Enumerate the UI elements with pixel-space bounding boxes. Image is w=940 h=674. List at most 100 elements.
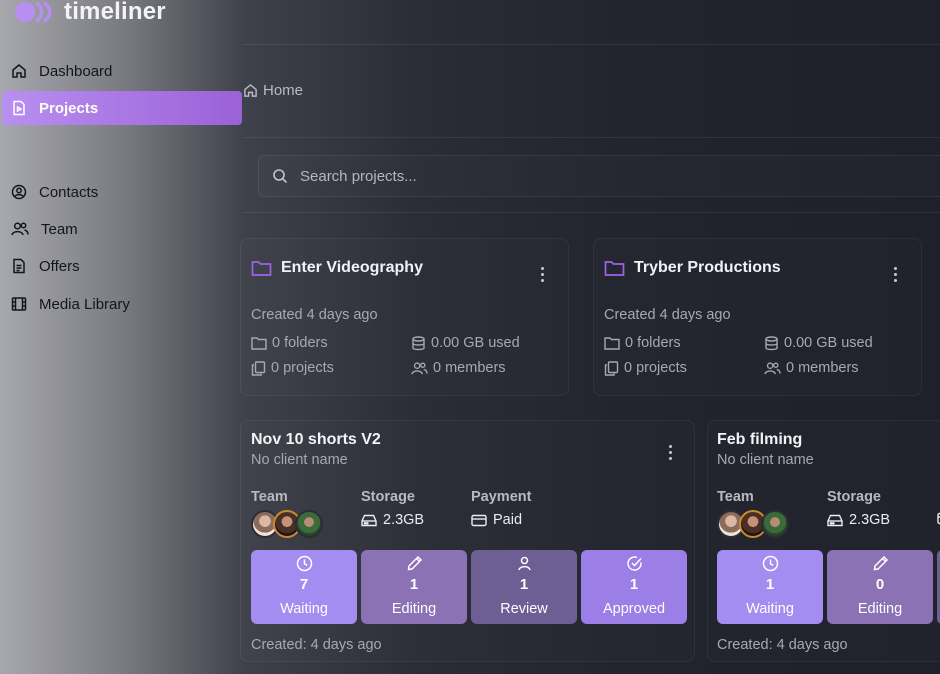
folder-members: 0 members xyxy=(411,360,506,376)
status-tile-waiting[interactable]: 7 Waiting xyxy=(251,550,357,624)
folder-icon xyxy=(604,261,625,276)
user-icon xyxy=(517,556,531,571)
sidebar-item-label: Media Library xyxy=(39,295,130,313)
status-tile-editing[interactable]: 1 Editing xyxy=(361,550,467,624)
avatar[interactable] xyxy=(761,510,789,538)
search-icon xyxy=(273,169,288,184)
folder-storage: 0.00 GB used xyxy=(411,335,520,351)
status-tile-waiting[interactable]: 1 Waiting xyxy=(717,550,823,624)
more-options-icon[interactable] xyxy=(665,441,676,464)
status-count: 1 xyxy=(629,576,639,593)
storage-label: Storage xyxy=(827,489,881,505)
status-count: 7 xyxy=(299,576,309,593)
breadcrumb[interactable]: Home xyxy=(243,82,303,99)
folder-projects: 0 projects xyxy=(251,360,334,376)
folder-title-row[interactable]: Enter Videography xyxy=(251,259,423,277)
folder-created: Created 4 days ago xyxy=(604,307,731,323)
sidebar-item-projects[interactable]: Projects xyxy=(2,91,242,125)
sidebar-item-label: Projects xyxy=(39,99,99,117)
sidebar-item-offers[interactable]: Offers xyxy=(2,249,242,283)
hard-drive-icon xyxy=(361,514,377,527)
users-icon xyxy=(764,361,781,374)
storage-label: Storage xyxy=(361,489,415,505)
search-divider xyxy=(243,212,940,213)
clock-icon xyxy=(296,555,312,572)
folder-count: 0 folders xyxy=(604,335,681,351)
clock-icon xyxy=(762,555,778,572)
payment-label: Payment xyxy=(471,489,532,505)
status-tile-editing[interactable]: 0 Editing xyxy=(827,550,933,624)
avatar[interactable] xyxy=(295,510,323,538)
team-label: Team xyxy=(717,489,754,505)
status-label: Approved xyxy=(602,601,666,617)
folder-storage: 0.00 GB used xyxy=(764,335,873,351)
status-label: Waiting xyxy=(746,601,794,617)
sidebar-item-dashboard[interactable]: Dashboard xyxy=(2,54,242,88)
sidebar-item-contacts[interactable]: Contacts xyxy=(2,175,242,209)
folder-count: 0 folders xyxy=(251,335,328,351)
team-avatars[interactable] xyxy=(717,510,789,538)
folder-title: Tryber Productions xyxy=(634,259,781,276)
sidebar-item-label: Contacts xyxy=(39,183,99,201)
client-name: No client name xyxy=(251,452,348,468)
pencil-icon xyxy=(873,555,888,571)
status-count: 1 xyxy=(765,576,775,593)
pencil-icon xyxy=(407,555,422,571)
payment-value: Paid xyxy=(471,512,522,528)
folder-title-row[interactable]: Tryber Productions xyxy=(604,259,781,277)
copy-icon xyxy=(604,360,619,376)
status-label: Review xyxy=(500,601,548,617)
sidebar-item-label: Team xyxy=(41,220,78,238)
status-label: Editing xyxy=(391,601,437,617)
status-count: 1 xyxy=(409,576,419,593)
hard-drive-icon xyxy=(827,514,843,527)
app-name: timeliner xyxy=(64,0,166,25)
folder-card[interactable]: Tryber Productions Created 4 days ago 0 … xyxy=(593,238,922,396)
sidebar-item-label: Offers xyxy=(39,257,80,275)
check-circle-icon xyxy=(626,556,642,571)
users-icon xyxy=(11,222,29,236)
project-title[interactable]: Feb filming xyxy=(717,431,802,449)
copy-icon xyxy=(251,360,266,376)
folder-outline-icon xyxy=(251,337,267,350)
sidebar-item-team[interactable]: Team xyxy=(2,212,242,246)
project-title[interactable]: Nov 10 shorts V2 xyxy=(251,431,381,449)
folder-projects: 0 projects xyxy=(604,360,687,376)
search-bar[interactable] xyxy=(258,155,940,197)
more-options-icon[interactable] xyxy=(890,263,901,286)
folder-outline-icon xyxy=(604,337,620,350)
film-icon xyxy=(11,297,27,311)
app-logo[interactable]: timeliner xyxy=(14,0,166,26)
status-tile-review[interactable]: 1 Review xyxy=(471,550,577,624)
database-icon xyxy=(412,335,425,350)
sidebar-item-media-library[interactable]: Media Library xyxy=(2,287,242,321)
team-avatars[interactable] xyxy=(251,510,323,538)
status-label: Editing xyxy=(857,601,903,617)
database-icon xyxy=(765,335,778,350)
folder-members: 0 members xyxy=(764,360,859,376)
search-input[interactable] xyxy=(300,167,900,185)
breadcrumb-divider xyxy=(243,137,940,138)
folder-card[interactable]: Enter Videography Created 4 days ago 0 f… xyxy=(240,238,569,396)
folder-title: Enter Videography xyxy=(281,259,423,276)
status-count: 1 xyxy=(519,576,529,593)
header-divider xyxy=(243,44,940,45)
client-name: No client name xyxy=(717,452,814,468)
document-icon xyxy=(13,258,25,274)
user-circle-icon xyxy=(11,184,27,200)
more-options-icon[interactable] xyxy=(537,263,548,286)
home-icon xyxy=(12,64,26,78)
project-card[interactable]: Nov 10 shorts V2 No client name Team Sto… xyxy=(240,420,695,662)
breadcrumb-home[interactable]: Home xyxy=(263,82,303,99)
status-count: 0 xyxy=(875,576,885,593)
folder-created: Created 4 days ago xyxy=(251,307,378,323)
credit-card-icon xyxy=(471,514,487,526)
sidebar-item-label: Dashboard xyxy=(39,62,113,80)
project-card[interactable]: Feb filming No client name Team Storage … xyxy=(707,420,940,662)
folder-icon xyxy=(251,261,272,276)
storage-value: 2.3GB xyxy=(827,512,890,528)
status-tile-approved[interactable]: 1 Approved xyxy=(581,550,687,624)
storage-value: 2.3GB xyxy=(361,512,424,528)
status-label: Waiting xyxy=(280,601,328,617)
team-label: Team xyxy=(251,489,288,505)
